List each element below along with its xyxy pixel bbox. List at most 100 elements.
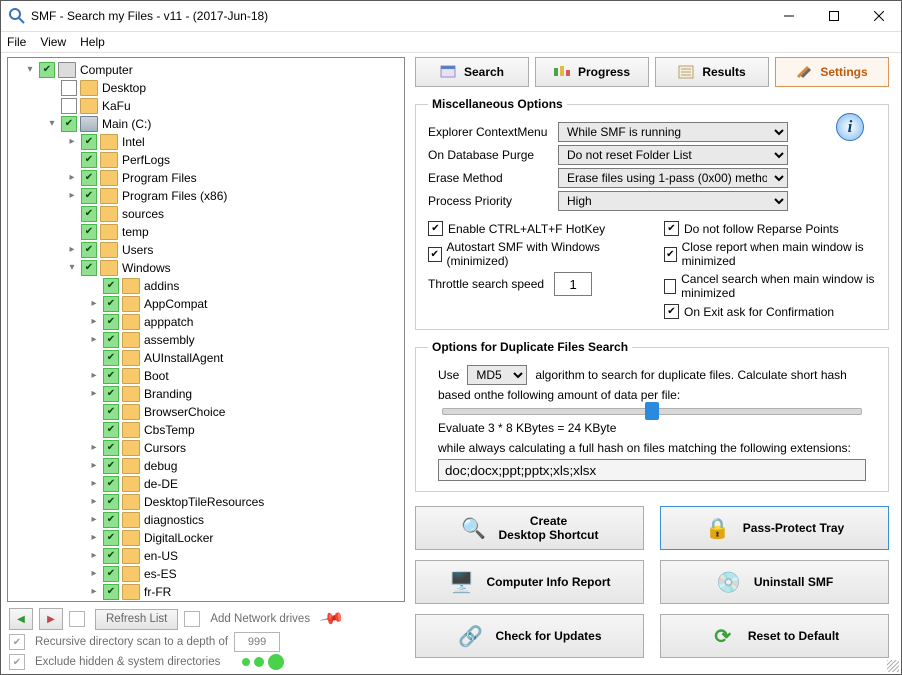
- tree-node[interactable]: ▸apppatch: [10, 313, 404, 331]
- tree-checkbox[interactable]: [103, 584, 119, 600]
- expander-icon[interactable]: ▾: [46, 115, 58, 133]
- expander-icon[interactable]: ▸: [88, 295, 100, 313]
- reparse-check[interactable]: [664, 221, 679, 236]
- tree-node[interactable]: CbsTemp: [10, 421, 404, 439]
- tab-settings[interactable]: Settings: [775, 57, 889, 87]
- throttle-input[interactable]: [554, 272, 592, 296]
- tree-checkbox[interactable]: [81, 134, 97, 150]
- tree-checkbox[interactable]: [81, 152, 97, 168]
- tree-checkbox[interactable]: [61, 98, 77, 114]
- expander-icon[interactable]: ▸: [88, 367, 100, 385]
- uninstall-button[interactable]: 💿Uninstall SMF: [660, 560, 889, 604]
- depth-input[interactable]: [234, 632, 280, 652]
- refresh-list-button[interactable]: Refresh List: [95, 609, 178, 630]
- exit-confirm-check[interactable]: [664, 304, 679, 319]
- tree-node[interactable]: ▸Branding: [10, 385, 404, 403]
- tree-node[interactable]: ▸DigitalLocker: [10, 529, 404, 547]
- computer-info-button[interactable]: 🖥️Computer Info Report: [415, 560, 644, 604]
- tree-node[interactable]: Desktop: [10, 79, 404, 97]
- pass-protect-button[interactable]: 🔒Pass-Protect Tray: [660, 506, 889, 550]
- priority-select[interactable]: High: [558, 191, 788, 211]
- menu-view[interactable]: View: [40, 35, 66, 49]
- tree-node[interactable]: ▸DesktopTileResources: [10, 493, 404, 511]
- erase-method-select[interactable]: Erase files using 1-pass (0x00) method: [558, 168, 788, 188]
- create-shortcut-button[interactable]: 🔍Create Desktop Shortcut: [415, 506, 644, 550]
- tree-checkbox[interactable]: [81, 188, 97, 204]
- tree-node[interactable]: ▸AppCompat: [10, 295, 404, 313]
- resize-grip[interactable]: [887, 660, 899, 672]
- db-purge-select[interactable]: Do not reset Folder List: [558, 145, 788, 165]
- hash-algo-select[interactable]: MD5: [467, 365, 527, 385]
- tree-node[interactable]: ▸Intel: [10, 133, 404, 151]
- tree-node[interactable]: ▾Computer: [10, 61, 404, 79]
- tab-progress[interactable]: Progress: [535, 57, 649, 87]
- expander-icon[interactable]: ▸: [88, 385, 100, 403]
- close-button[interactable]: [856, 1, 901, 31]
- tree-node[interactable]: AUInstallAgent: [10, 349, 404, 367]
- expander-icon[interactable]: ▸: [88, 439, 100, 457]
- tree-checkbox[interactable]: [61, 80, 77, 96]
- tree-node[interactable]: ▸diagnostics: [10, 511, 404, 529]
- add-network-check[interactable]: [184, 611, 200, 627]
- hotkey-check[interactable]: [428, 221, 443, 236]
- tree-node[interactable]: ▸es-ES: [10, 565, 404, 583]
- expander-icon[interactable]: ▸: [88, 331, 100, 349]
- menu-file[interactable]: File: [7, 35, 26, 49]
- tree-node[interactable]: sources: [10, 205, 404, 223]
- tree-node[interactable]: ▸fr-FR: [10, 583, 404, 601]
- expand-all-button[interactable]: ◀: [9, 608, 33, 630]
- expander-icon[interactable]: ▸: [88, 313, 100, 331]
- expander-icon[interactable]: ▸: [66, 169, 78, 187]
- expander-icon[interactable]: ▸: [88, 547, 100, 565]
- tree-node[interactable]: BrowserChoice: [10, 403, 404, 421]
- tree-node[interactable]: ▸Cursors: [10, 439, 404, 457]
- tree-checkbox[interactable]: [103, 440, 119, 456]
- collapse-all-button[interactable]: ▶: [39, 608, 63, 630]
- reset-default-button[interactable]: ⟳Reset to Default: [660, 614, 889, 658]
- tree-checkbox[interactable]: [103, 278, 119, 294]
- tree-node[interactable]: temp: [10, 223, 404, 241]
- tree-checkbox[interactable]: [103, 386, 119, 402]
- tree-checkbox[interactable]: [81, 242, 97, 258]
- close-report-check[interactable]: [664, 247, 677, 262]
- tree-node[interactable]: addins: [10, 277, 404, 295]
- tree-node[interactable]: ▸en-US: [10, 547, 404, 565]
- tree-node[interactable]: ▸debug: [10, 457, 404, 475]
- expander-icon[interactable]: ▸: [66, 241, 78, 259]
- tree-checkbox[interactable]: [103, 422, 119, 438]
- unknown-check[interactable]: [69, 611, 85, 627]
- tree-checkbox[interactable]: [103, 494, 119, 510]
- tree-checkbox[interactable]: [81, 170, 97, 186]
- check-updates-button[interactable]: 🔗Check for Updates: [415, 614, 644, 658]
- tree-node[interactable]: ▸Boot: [10, 367, 404, 385]
- tree-checkbox[interactable]: [103, 530, 119, 546]
- tree-checkbox[interactable]: [103, 548, 119, 564]
- tree-node[interactable]: PerfLogs: [10, 151, 404, 169]
- info-icon[interactable]: i: [836, 113, 864, 141]
- tree-node[interactable]: ▸Program Files (x86): [10, 187, 404, 205]
- menu-help[interactable]: Help: [80, 35, 105, 49]
- tree-checkbox[interactable]: [81, 260, 97, 276]
- expander-icon[interactable]: ▸: [88, 457, 100, 475]
- tree-checkbox[interactable]: [81, 206, 97, 222]
- tab-search[interactable]: Search: [415, 57, 529, 87]
- tree-checkbox[interactable]: [103, 314, 119, 330]
- tree-node[interactable]: ▸Users: [10, 241, 404, 259]
- context-menu-select[interactable]: While SMF is running: [558, 122, 788, 142]
- tree-checkbox[interactable]: [103, 512, 119, 528]
- expander-icon[interactable]: ▸: [88, 529, 100, 547]
- expander-icon[interactable]: ▸: [88, 565, 100, 583]
- data-amount-slider[interactable]: [442, 408, 862, 415]
- pin-icon[interactable]: 📌: [318, 605, 346, 633]
- expander-icon[interactable]: ▸: [88, 583, 100, 601]
- tree-node[interactable]: KaFu: [10, 97, 404, 115]
- expander-icon[interactable]: ▾: [24, 61, 36, 79]
- expander-icon[interactable]: ▸: [88, 493, 100, 511]
- tree-checkbox[interactable]: [103, 404, 119, 420]
- expander-icon[interactable]: ▸: [88, 511, 100, 529]
- folder-tree[interactable]: ▾ComputerDesktopKaFu▾Main (C:)▸IntelPerf…: [7, 57, 405, 602]
- tree-checkbox[interactable]: [103, 368, 119, 384]
- tab-results[interactable]: Results: [655, 57, 769, 87]
- tree-checkbox[interactable]: [103, 350, 119, 366]
- expander-icon[interactable]: ▾: [66, 259, 78, 277]
